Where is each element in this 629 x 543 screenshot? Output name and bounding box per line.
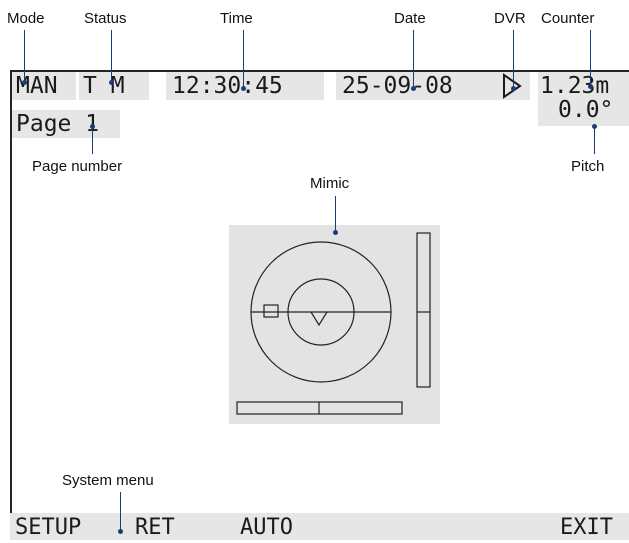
menu-auto[interactable]: AUTO [240,513,293,543]
leader-dvr [513,30,514,86]
leader-mode [24,30,25,80]
mode-field: MAN [12,72,76,100]
callout-dvr: DVR [494,10,526,27]
callout-time: Time [220,10,253,27]
display-screen [10,70,629,538]
leader-time [243,30,244,86]
leader-dot-mode [22,80,27,85]
leader-dot-status [109,80,114,85]
pitch-field: 0.0° [538,96,629,126]
callout-status: Status [84,10,127,27]
leader-dot-dvr [511,86,516,91]
leader-pitch [594,128,595,154]
menu-exit[interactable]: EXIT [560,513,613,543]
menu-setup[interactable]: SETUP [15,513,81,543]
system-menu-bar [10,513,629,540]
page-field: Page 1 [12,110,120,138]
leader-dot-date [411,86,416,91]
menu-ret[interactable]: RET [135,513,175,543]
leader-dot-page-number [90,124,95,129]
leader-system-menu [120,492,121,532]
leader-page-number [92,128,93,154]
leader-dot-mimic [333,230,338,235]
status-field: T M [79,72,149,100]
leader-status [111,30,112,80]
callout-counter: Counter [541,10,595,27]
leader-dot-counter [588,84,593,89]
leader-dot-system-menu [118,529,123,534]
date-field: 25-09-08 [336,72,497,100]
leader-mimic [335,196,336,232]
callout-mode: Mode [7,10,45,27]
leader-dot-pitch [592,124,597,129]
leader-counter [590,30,591,84]
callout-date: Date [394,10,426,27]
leader-dot-time [241,86,246,91]
leader-date [413,30,414,86]
